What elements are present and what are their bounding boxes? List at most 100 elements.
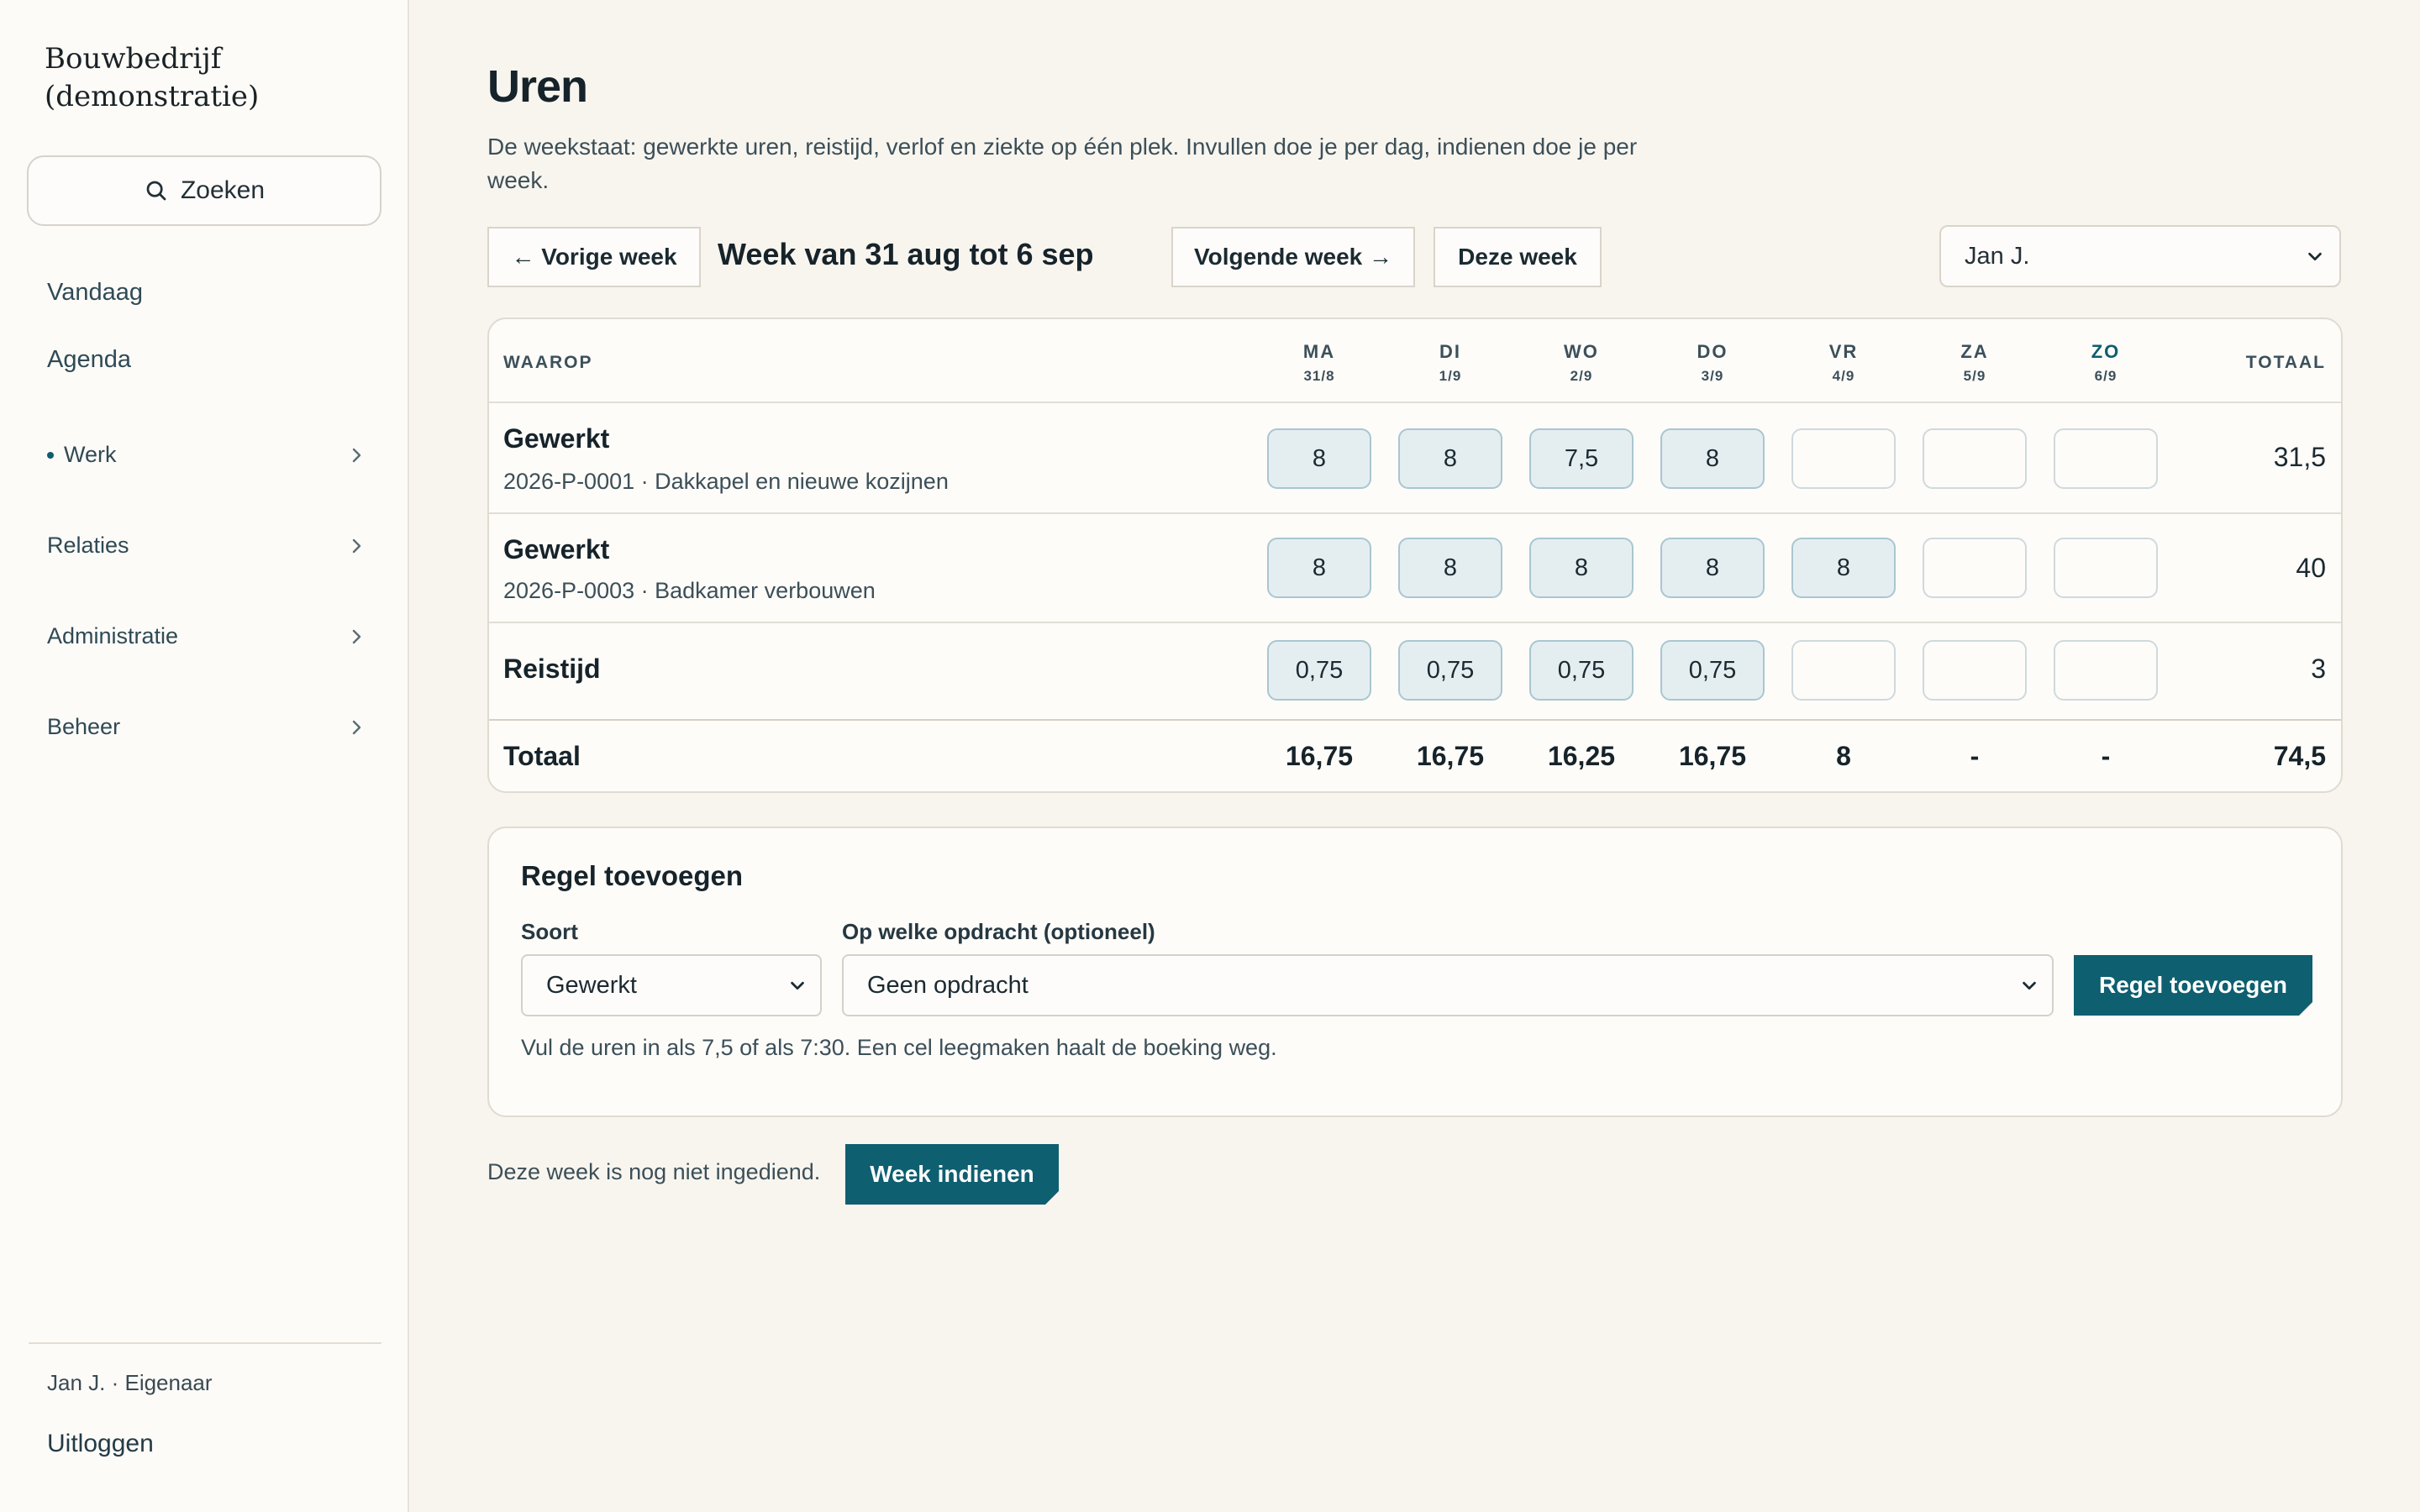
logout-link[interactable]: Uitloggen [47, 1430, 154, 1458]
sidebar-item-label: Agenda [47, 346, 131, 373]
hours-cell[interactable] [1923, 538, 2027, 598]
sidebar-item-vandaag[interactable]: Vandaag [47, 279, 366, 307]
hours-cell[interactable]: 8 [1660, 538, 1765, 598]
row-total: 31,5 [2273, 442, 2326, 472]
hours-cell[interactable]: 8 [1660, 428, 1765, 489]
day-name: WO [1564, 341, 1599, 362]
hours-cell[interactable]: 0,75 [1660, 640, 1765, 701]
column-header-day: WO 2/9 [1529, 341, 1634, 385]
day-name: MA [1302, 341, 1336, 362]
week-label: Week van 31 aug tot 6 sep [718, 237, 1094, 271]
chevron-right-icon [352, 538, 361, 553]
column-header-day: MA 31/8 [1267, 341, 1371, 385]
totals-row: Totaal 16,75 16,75 16,25 16,75 8 - - 74,… [489, 719, 2341, 791]
chevron-right-icon [352, 720, 361, 734]
row-title: Gewerkt [503, 423, 610, 454]
hours-cell[interactable]: 8 [1398, 538, 1502, 598]
day-total: 16,25 [1547, 741, 1616, 771]
day-total: - [1970, 741, 1980, 771]
hours-cell[interactable] [2054, 538, 2158, 598]
sidebar-item-label: Relaties [47, 533, 129, 558]
day-date: 6/9 [2094, 368, 2118, 384]
opdracht-select[interactable]: Geen opdracht [842, 954, 2054, 1016]
chevron-down-icon [791, 981, 804, 990]
chevron-right-icon [352, 448, 361, 462]
sidebar-item-werk[interactable]: Werk [47, 442, 366, 468]
employee-select[interactable]: Jan J. [1939, 225, 2341, 287]
day-date: 1/9 [1439, 368, 1462, 384]
day-name: DO [1697, 341, 1728, 362]
sidebar-item-relaties[interactable]: Relaties [47, 533, 366, 559]
sidebar-item-beheer[interactable]: Beheer [47, 714, 366, 740]
hours-cell[interactable]: 8 [1267, 538, 1371, 598]
search-icon [146, 181, 166, 201]
employee-select-value: Jan J. [1965, 242, 2030, 270]
row-subtitle: 2026-P-0001 · Dakkapel en nieuwe kozijne… [503, 469, 949, 494]
hours-cell[interactable]: 0,75 [1267, 640, 1371, 701]
hours-cell[interactable] [2054, 640, 2158, 701]
day-date: 3/9 [1701, 368, 1724, 384]
page-title: Uren [487, 61, 588, 112]
day-date: 5/9 [1963, 368, 1986, 384]
column-header-day: VR 4/9 [1791, 341, 1896, 385]
row-title: Gewerkt [503, 534, 610, 564]
hours-cell[interactable]: 7,5 [1529, 428, 1634, 489]
sidebar-item-agenda[interactable]: Agenda [47, 346, 366, 374]
hours-cell[interactable] [1923, 428, 2027, 489]
day-total: 16,75 [1416, 741, 1485, 771]
next-week-button[interactable]: Volgende week → [1171, 227, 1415, 287]
day-total: - [2101, 741, 2111, 771]
hours-cell[interactable] [1791, 640, 1896, 701]
row-total: 3 [2311, 654, 2326, 684]
grand-total: 74,5 [2273, 741, 2326, 771]
submit-week-button[interactable]: Week indienen [845, 1144, 1059, 1205]
column-header-day: DO 3/9 [1660, 341, 1765, 385]
table-header: WAAROP MA 31/8 DI 1/9 WO 2/9 DO 3/9 VR 4… [489, 319, 2341, 403]
hours-cell[interactable]: 8 [1267, 428, 1371, 489]
chevron-down-icon [2308, 252, 2322, 261]
day-total: 16,75 [1678, 741, 1747, 771]
hours-cell[interactable]: 8 [1529, 538, 1634, 598]
sidebar-item-label: Administratie [47, 623, 179, 648]
user-info: Jan J. · Eigenaar [47, 1370, 213, 1395]
prev-week-button[interactable]: ← Vorige week [487, 227, 701, 287]
row-title: Reistijd [503, 654, 601, 684]
active-dot-icon [47, 451, 54, 459]
timesheet-table: WAAROP MA 31/8 DI 1/9 WO 2/9 DO 3/9 VR 4… [487, 318, 2343, 793]
chevron-right-icon [352, 629, 361, 643]
submission-status: Deze week is nog niet ingediend. [487, 1159, 821, 1184]
day-name: ZA [1960, 341, 1989, 362]
day-total: 8 [1836, 741, 1851, 771]
soort-select-value: Gewerkt [546, 971, 637, 999]
column-header-day: DI 1/9 [1398, 341, 1502, 385]
day-name: ZO [2091, 341, 2121, 362]
sidebar-item-label: Vandaag [47, 279, 143, 306]
column-header-day: ZO 6/9 [2054, 341, 2158, 385]
brand-name: Bouwbedrijf (demonstratie) [45, 42, 260, 113]
hours-cell[interactable] [2054, 428, 2158, 489]
soort-select[interactable]: Gewerkt [521, 954, 822, 1016]
hours-cell[interactable]: 8 [1398, 428, 1502, 489]
row-total: 40 [2296, 553, 2326, 583]
day-name: DI [1439, 341, 1461, 362]
page-description: De weekstaat: gewerkte uren, reistijd, v… [487, 134, 1638, 193]
search-label: Zoeken [180, 176, 266, 204]
totals-label: Totaal [503, 741, 581, 771]
column-header-day: ZA 5/9 [1923, 341, 2027, 385]
search-button[interactable]: Zoeken [27, 155, 381, 226]
sidebar-item-administratie[interactable]: Administratie [47, 623, 366, 649]
day-name: VR [1828, 341, 1859, 362]
sidebar-item-label: Beheer [47, 714, 121, 739]
column-header-total: TOTAAL [2245, 353, 2326, 372]
chevron-down-icon [2023, 981, 2036, 990]
hours-cell[interactable]: 0,75 [1529, 640, 1634, 701]
this-week-button[interactable]: Deze week [1434, 227, 1602, 287]
hours-cell[interactable]: 0,75 [1398, 640, 1502, 701]
hours-cell[interactable]: 8 [1791, 538, 1896, 598]
add-rule-button[interactable]: Regel toevoegen [2074, 955, 2312, 1016]
hours-cell[interactable] [1791, 428, 1896, 489]
table-row: Gewerkt 2026-P-0003 · Badkamer verbouwen… [489, 514, 2341, 623]
hours-cell[interactable] [1923, 640, 2027, 701]
day-total: 16,75 [1285, 741, 1354, 771]
day-date: 4/9 [1832, 368, 1855, 384]
